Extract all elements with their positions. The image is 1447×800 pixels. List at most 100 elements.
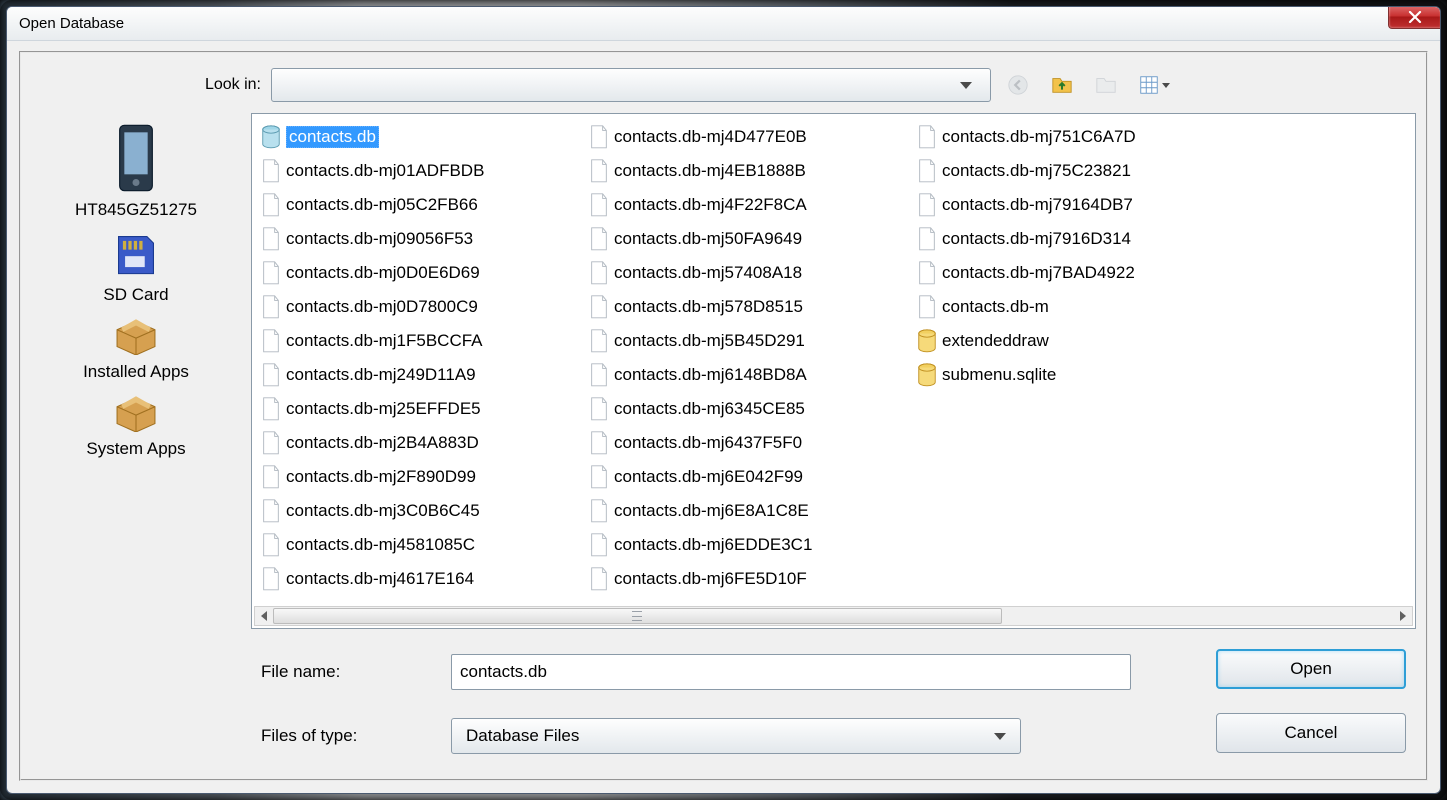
file-item[interactable]: contacts.db-mj09056F53 (256, 222, 584, 256)
file-item[interactable]: contacts.db-mj75C23821 (912, 154, 1240, 188)
file-item[interactable]: extendeddraw (912, 324, 1092, 358)
database-icon (916, 328, 938, 354)
file-icon (916, 192, 938, 218)
places-item[interactable]: HT845GZ51275 (51, 123, 221, 220)
sdcard-icon (108, 230, 164, 281)
file-icon (588, 396, 610, 422)
file-icon (916, 124, 938, 150)
chevron-down-icon (960, 82, 972, 89)
file-item[interactable]: contacts.db-mj5B45D291 (584, 324, 912, 358)
file-icon (260, 396, 282, 422)
file-item[interactable]: contacts.db-mj57408A18 (584, 256, 912, 290)
file-item[interactable]: contacts.db-mj4D477E0B (584, 120, 912, 154)
file-item[interactable]: contacts.db-mj6148BD8A (584, 358, 912, 392)
file-item[interactable]: contacts.db-mj7BAD4922 (912, 256, 1240, 290)
box-icon (109, 315, 163, 358)
up-button[interactable] (1045, 68, 1079, 102)
file-item[interactable]: contacts.db-mj79164DB7 (912, 188, 1240, 222)
file-item[interactable]: contacts.db-mj3C0B6C45 (256, 494, 584, 528)
file-icon (260, 464, 282, 490)
database-icon (260, 124, 282, 150)
scroll-left-button[interactable] (255, 607, 273, 625)
file-icon (260, 362, 282, 388)
file-icon (260, 226, 282, 252)
file-icon (916, 294, 938, 320)
file-item[interactable]: contacts.db (256, 120, 584, 154)
file-name: contacts.db-mj09056F53 (286, 229, 473, 249)
file-name: contacts.db (286, 126, 379, 148)
file-name: contacts.db-mj6E8A1C8E (614, 501, 809, 521)
file-name: contacts.db-m (942, 297, 1049, 317)
file-pane[interactable]: contacts.dbcontacts.db-mj01ADFBDBcontact… (251, 113, 1416, 629)
file-item[interactable]: contacts.db-mj6EDDE3C1 (584, 528, 912, 562)
file-item[interactable]: contacts.db-mj4617E164 (256, 562, 584, 596)
file-item[interactable]: contacts.db-mj1F5BCCFA (256, 324, 584, 358)
file-item[interactable]: contacts.db-mj6E042F99 (584, 460, 912, 494)
lookin-row: Look in: (31, 63, 1416, 107)
lookin-dropdown[interactable] (271, 68, 991, 102)
filename-label: File name: (261, 662, 431, 682)
file-item[interactable]: contacts.db-mj4F22F8CA (584, 188, 912, 222)
file-item[interactable]: contacts.db-mj05C2FB66 (256, 188, 584, 222)
file-icon (588, 192, 610, 218)
new-folder-icon (1095, 74, 1117, 96)
file-icon (588, 328, 610, 354)
file-name: contacts.db-mj4617E164 (286, 569, 474, 589)
phone-icon (110, 123, 162, 196)
open-button[interactable]: Open (1216, 649, 1406, 689)
scroll-track[interactable] (273, 607, 1394, 625)
file-item[interactable]: contacts.db-mj6E8A1C8E (584, 494, 912, 528)
file-item[interactable]: contacts.db-mj50FA9649 (584, 222, 912, 256)
file-item[interactable]: contacts.db-mj4EB1888B (584, 154, 912, 188)
filetype-dropdown[interactable]: Database Files (451, 718, 1021, 754)
file-name: contacts.db-mj6FE5D10F (614, 569, 807, 589)
back-button[interactable] (1001, 68, 1035, 102)
file-name: contacts.db-mj7BAD4922 (942, 263, 1135, 283)
file-icon (260, 260, 282, 286)
file-item[interactable]: contacts.db-mj578D8515 (584, 290, 912, 324)
file-item[interactable]: contacts.db-mj0D7800C9 (256, 290, 584, 324)
scroll-thumb[interactable] (273, 608, 1002, 624)
places-item[interactable]: SD Card (51, 230, 221, 305)
close-button[interactable] (1388, 6, 1441, 29)
file-item[interactable]: contacts.db-mj7916D314 (912, 222, 1240, 256)
new-folder-button[interactable] (1089, 68, 1123, 102)
file-icon (588, 226, 610, 252)
places-item[interactable]: Installed Apps (51, 315, 221, 382)
file-name: contacts.db-mj3C0B6C45 (286, 501, 480, 521)
file-name: contacts.db-mj6EDDE3C1 (614, 535, 812, 555)
file-name: contacts.db-mj0D0E6D69 (286, 263, 480, 283)
file-item[interactable]: contacts.db-mj751C6A7D (912, 120, 1240, 154)
file-item[interactable]: contacts.db-mj2F890D99 (256, 460, 584, 494)
titlebar[interactable]: Open Database (7, 7, 1440, 41)
file-item[interactable]: contacts.db-mj6345CE85 (584, 392, 912, 426)
cancel-button[interactable]: Cancel (1216, 713, 1406, 753)
file-item[interactable]: contacts.db-mj25EFFDE5 (256, 392, 584, 426)
file-item[interactable]: submenu.sqlite (912, 358, 1092, 392)
file-item[interactable]: contacts.db-mj0D0E6D69 (256, 256, 584, 290)
places-label: System Apps (86, 439, 185, 459)
file-item[interactable]: contacts.db-mj01ADFBDB (256, 154, 584, 188)
scroll-grip-icon (632, 611, 642, 621)
content-area: HT845GZ51275 SD Card Installed Apps System … (31, 113, 1416, 629)
view-icon (1138, 74, 1160, 96)
file-name: contacts.db-mj05C2FB66 (286, 195, 478, 215)
file-name: contacts.db-mj79164DB7 (942, 195, 1133, 215)
filename-value: contacts.db (460, 662, 547, 682)
filename-input[interactable]: contacts.db (451, 654, 1131, 690)
places-item[interactable]: System Apps (51, 392, 221, 459)
file-name: contacts.db-mj25EFFDE5 (286, 399, 481, 419)
scroll-right-button[interactable] (1394, 607, 1412, 625)
file-item[interactable]: contacts.db-mj249D11A9 (256, 358, 584, 392)
file-name: contacts.db-mj4F22F8CA (614, 195, 807, 215)
file-item[interactable]: contacts.db-mj2B4A883D (256, 426, 584, 460)
file-item[interactable]: contacts.db-mj6FE5D10F (584, 562, 912, 596)
view-menu-button[interactable] (1133, 68, 1179, 102)
horizontal-scrollbar[interactable] (254, 606, 1413, 626)
open-file-dialog: Open Database Look in: (6, 6, 1441, 794)
file-item[interactable]: contacts.db-mj4581085C (256, 528, 584, 562)
file-item[interactable]: contacts.db-mj6437F5F0 (584, 426, 912, 460)
file-name: contacts.db-mj4D477E0B (614, 127, 807, 147)
file-item[interactable]: contacts.db-m (912, 290, 1092, 324)
file-icon (260, 158, 282, 184)
